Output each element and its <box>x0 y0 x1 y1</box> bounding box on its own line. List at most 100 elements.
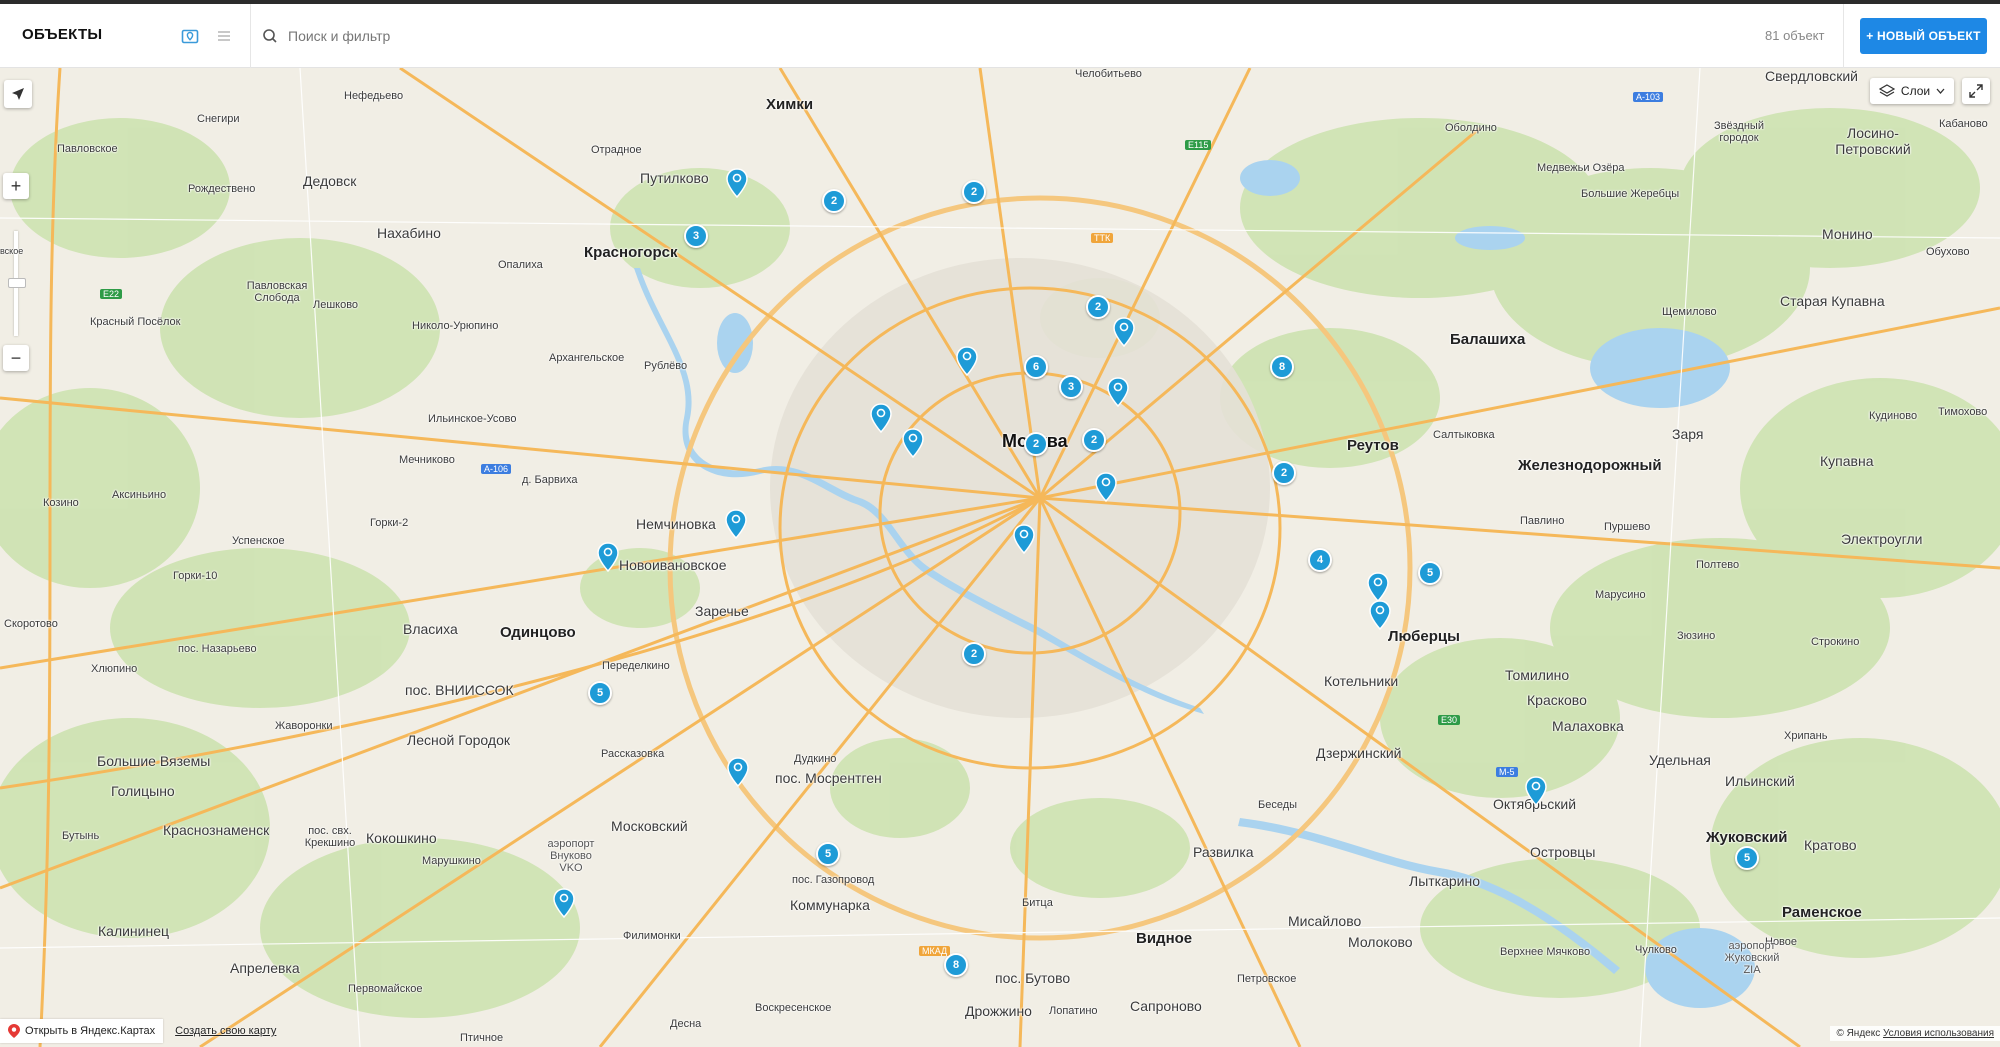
place-misaylovo: Мисайлово <box>1288 913 1362 929</box>
place-otradnoe: Отрадное <box>591 144 642 156</box>
cluster-marker[interactable]: 2 <box>1082 428 1106 452</box>
place-balashikha: Балашиха <box>1450 331 1526 348</box>
object-pin-icon[interactable] <box>1095 472 1117 502</box>
object-pin-icon[interactable] <box>902 428 924 458</box>
cluster-marker[interactable]: 8 <box>944 953 968 977</box>
terms-link[interactable]: Условия использования <box>1883 1028 1994 1039</box>
place-vereya: Верхнее Мячково <box>1500 946 1591 958</box>
open-in-yandex-label: Открыть в Яндекс.Картах <box>25 1025 156 1037</box>
place-timokhovo: Тимохово <box>1938 406 1988 418</box>
place-elektrougli: Электроугли <box>1841 531 1923 547</box>
zoom-out-button[interactable]: − <box>3 345 29 371</box>
place-lesnoy-gorodok: Лесной Городок <box>407 732 510 748</box>
place-mosrentgen: пос. Мосрентген <box>775 770 882 786</box>
place-leshkovo: Лешково <box>313 299 359 311</box>
map-footer: Открыть в Яндекс.Картах Создать свою кар… <box>0 1017 276 1045</box>
place-pervomayskoe: Первомайское <box>348 983 423 995</box>
place-snegiri: Снегири <box>197 113 240 125</box>
place-filimonki: Филимонки <box>623 930 681 942</box>
cluster-marker[interactable]: 5 <box>1418 561 1442 585</box>
place-molokovo: Молоково <box>1348 934 1413 950</box>
cluster-marker[interactable]: 2 <box>1272 461 1296 485</box>
cluster-marker[interactable]: 4 <box>1308 548 1332 572</box>
place-barvikha: д. Барвиха <box>522 474 578 486</box>
object-pin-icon[interactable] <box>1113 317 1135 347</box>
object-pin-icon[interactable] <box>597 542 619 572</box>
cluster-marker[interactable]: 5 <box>816 842 840 866</box>
cluster-marker[interactable]: 3 <box>1059 375 1083 399</box>
object-pin-icon[interactable] <box>870 403 892 433</box>
place-kommunarka: Коммунарка <box>790 897 870 913</box>
place-zhukovsky-airport: аэропорт Жуковский ZIA <box>1724 940 1780 976</box>
cluster-marker[interactable]: 2 <box>962 642 986 666</box>
map-area[interactable]: Химки Москва Красногорск Дедовск Нахабин… <box>0 68 2000 1047</box>
place-dudkino: Дудкино <box>794 753 837 765</box>
geolocation-arrow-icon <box>12 88 24 100</box>
zoom-in-button[interactable]: + <box>3 173 29 199</box>
object-pin-icon[interactable] <box>1013 524 1035 554</box>
geolocation-button[interactable] <box>4 80 32 108</box>
highway-shield: E30 <box>1438 715 1461 725</box>
fullscreen-button[interactable] <box>1962 78 1990 104</box>
place-obukhovo: Обухово <box>1926 246 1970 258</box>
cluster-marker[interactable]: 2 <box>962 180 986 204</box>
place-akhsinino: Аксиньино <box>112 489 167 501</box>
object-pin-icon[interactable] <box>727 757 749 787</box>
object-pin-icon[interactable] <box>956 346 978 376</box>
cluster-marker[interactable]: 5 <box>1735 846 1759 870</box>
cluster-marker[interactable]: 8 <box>1270 355 1294 379</box>
place-butovo: пос. Бутово <box>995 970 1071 986</box>
list-view-icon <box>218 31 230 41</box>
list-view-button[interactable] <box>210 22 238 50</box>
place-strokino: Строкино <box>1811 636 1860 648</box>
place-uspenskoe: Успенское <box>232 535 285 547</box>
place-nakhabino: Нахабино <box>377 225 441 241</box>
object-pin-icon[interactable] <box>1525 776 1547 806</box>
map-view-button[interactable] <box>176 22 204 50</box>
create-map-link[interactable]: Создать свою карту <box>175 1025 276 1037</box>
open-in-yandex-maps-link[interactable]: Открыть в Яндекс.Картах <box>0 1019 164 1043</box>
place-krasnogorsk: Красногорск <box>584 244 678 261</box>
cluster-marker[interactable]: 5 <box>588 681 612 705</box>
place-chelobityevo: Челобитьево <box>1075 68 1142 80</box>
new-object-button[interactable]: + НОВЫЙ ОБЪЕКТ <box>1860 18 1987 54</box>
zoom-slider-handle[interactable] <box>8 278 26 288</box>
place-novoivanovskoe: Новоивановское <box>619 557 727 573</box>
place-pavlino: Павлино <box>1520 515 1565 527</box>
yandex-pin-icon <box>8 1024 20 1038</box>
place-butyn: Бутынь <box>62 830 100 842</box>
header-divider <box>250 4 251 68</box>
page-title: ОБЪЕКТЫ <box>22 26 103 43</box>
layers-button[interactable]: Слои <box>1870 78 1954 104</box>
object-pin-icon[interactable] <box>725 509 747 539</box>
place-rozhdestveno: Рождествено <box>188 183 256 195</box>
place-aprelevka: Апрелевка <box>230 960 300 976</box>
cluster-marker[interactable]: 2 <box>1086 295 1110 319</box>
place-maryusino: Марусино <box>1595 589 1646 601</box>
place-gorki2: Горки-2 <box>370 517 409 529</box>
object-pin-icon[interactable] <box>1369 600 1391 630</box>
cluster-marker[interactable]: 3 <box>684 224 708 248</box>
place-skorotovo: Скоротово <box>4 618 58 630</box>
object-pin-icon[interactable] <box>1367 572 1389 602</box>
place-bolshie-vyazemy: Большие Вяземы <box>97 753 211 769</box>
place-ostrovtsy: Островцы <box>1530 844 1596 860</box>
cluster-marker[interactable]: 2 <box>1024 432 1048 456</box>
object-pin-icon[interactable] <box>1107 377 1129 407</box>
object-pin-icon[interactable] <box>726 168 748 198</box>
search-input[interactable] <box>286 27 890 45</box>
highway-shield: M-5 <box>1496 767 1518 777</box>
layers-label: Слои <box>1900 84 1931 98</box>
place-dedovsk: Дедовск <box>303 173 357 189</box>
place-nazaryevo: пос. Назарьево <box>178 643 257 655</box>
cluster-marker[interactable]: 2 <box>822 189 846 213</box>
search-bar[interactable] <box>262 20 1162 52</box>
cluster-marker[interactable]: 6 <box>1024 355 1048 379</box>
place-medvezhi: Медвежьи Озёра <box>1537 162 1625 174</box>
search-icon <box>263 29 277 43</box>
place-kabanovo: Кабаново <box>1939 118 1988 130</box>
object-pin-icon[interactable] <box>553 888 575 918</box>
place-zheleznodorozhny: Железнодорожный <box>1518 457 1662 474</box>
place-kalininets: Калининец <box>98 923 170 939</box>
place-krekshino: пос. свх. Крекшино <box>304 825 356 849</box>
